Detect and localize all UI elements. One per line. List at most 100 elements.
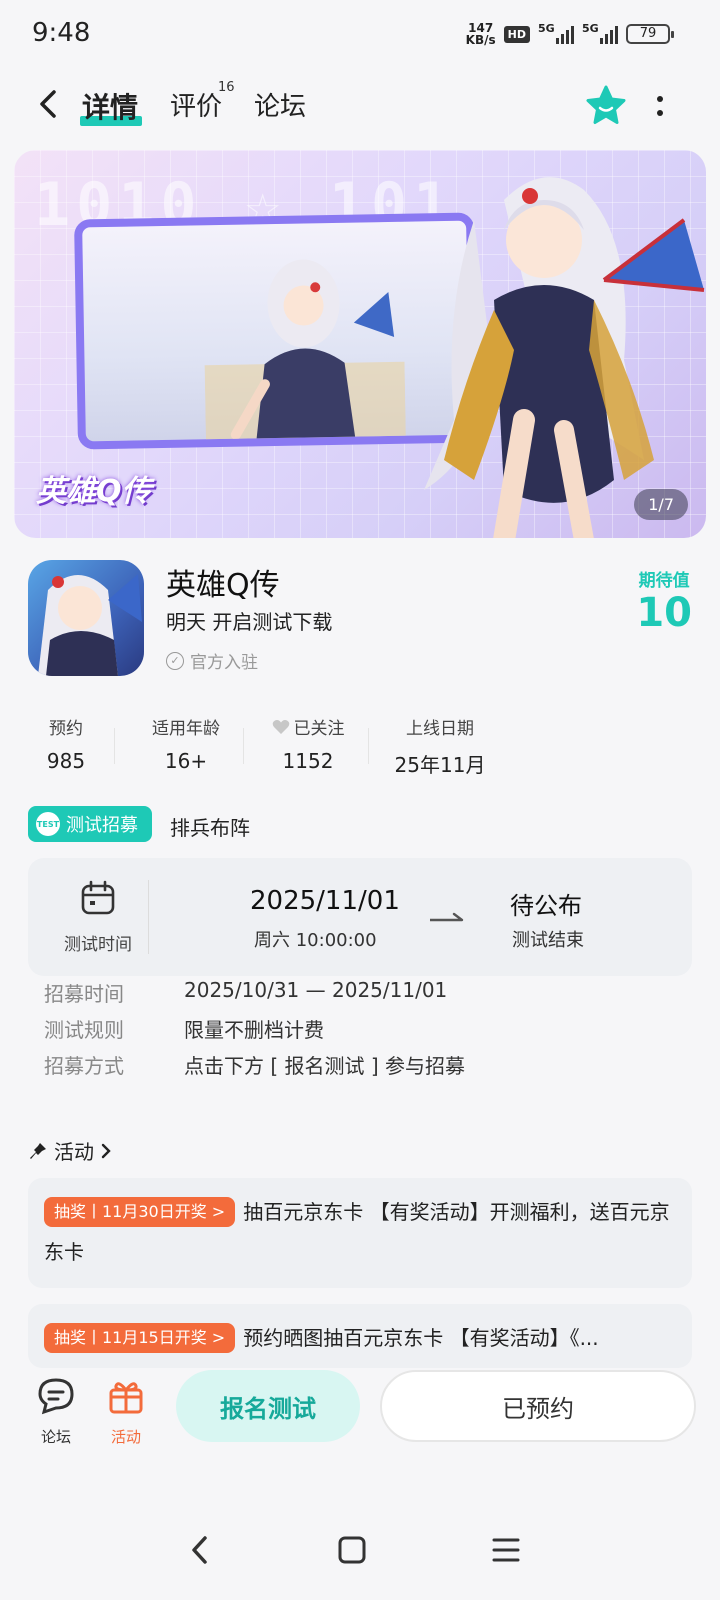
- calendar-icon: [81, 880, 115, 915]
- stat-divider: [114, 728, 115, 764]
- stats-row: 预约 985 适用年龄 16+ 已关注 1152 上线日期 25年11月: [28, 714, 528, 777]
- character-illustration: [424, 177, 705, 538]
- game-title: 英雄Q传: [166, 568, 280, 603]
- chevron-right-icon: [101, 1143, 111, 1158]
- card-divider: [148, 880, 149, 954]
- stat-followers[interactable]: 已关注 1152: [258, 714, 358, 773]
- test-schedule-card: 测试时间 2025/11/01 周六 10:00:00 待公布 测试结束: [28, 858, 692, 976]
- activity-text: 预约晒图抽百元京东卡 【有奖活动】《...: [243, 1326, 599, 1350]
- expectation-value: 10: [636, 590, 692, 636]
- network-type-1: 5G: [538, 22, 555, 35]
- test-time-block: 测试时间: [48, 880, 148, 955]
- info-value: 点击下方 [ 报名测试 ] 参与招募: [184, 1054, 466, 1078]
- stat-label: 预约: [49, 719, 83, 739]
- signal-icon-2: 5G: [582, 22, 618, 44]
- reviews-count-badge: 16: [218, 80, 235, 95]
- signal-icon-1: 5G: [538, 22, 574, 44]
- check-circle-icon: ✓: [166, 651, 184, 670]
- stat-reservations: 预约 985: [28, 714, 104, 773]
- stat-release-date: 上线日期 25年11月: [390, 714, 490, 778]
- test-time-label: 测试时间: [64, 935, 132, 955]
- stat-value: 985: [46, 749, 86, 773]
- stat-label: 适用年龄: [152, 719, 220, 739]
- activity-label: 活动: [110, 1428, 141, 1446]
- status-icons: 147 KB/s HD 5G 5G 79: [466, 22, 674, 46]
- tab-details[interactable]: 详情: [82, 86, 138, 126]
- stat-value: 25年11月: [394, 753, 486, 777]
- stat-label: 已关注: [258, 714, 358, 739]
- reserved-button[interactable]: 已预约: [380, 1370, 696, 1442]
- game-logo: 英雄Q传: [36, 474, 152, 509]
- screenshot-carousel[interactable]: 1010 ☆ 101 英雄Q传 1/7: [14, 150, 706, 538]
- expectation-label: 期待值: [638, 571, 690, 591]
- test-recruit-tag: TEST 测试招募: [28, 806, 152, 842]
- bottom-action-bar: 论坛 活动 报名测试 已预约: [0, 1370, 720, 1466]
- test-end-state: 待公布: [510, 892, 582, 920]
- system-home-button[interactable]: [330, 1528, 374, 1572]
- clock: 9:48: [32, 18, 91, 48]
- network-speed-unit: KB/s: [465, 33, 496, 47]
- stat-age-rating: 适用年龄 16+: [136, 714, 236, 773]
- character-mini-illustration: [204, 259, 406, 446]
- home-icon: [338, 1536, 366, 1564]
- activity-shortcut[interactable]: 活动: [96, 1376, 156, 1447]
- menu-icon: [492, 1538, 520, 1562]
- top-nav: 详情 评价 16 论坛: [0, 72, 720, 138]
- lottery-badge[interactable]: 抽奖丨11月15日开奖 >: [44, 1323, 236, 1353]
- info-value: 2025/10/31 — 2025/11/01: [184, 978, 448, 1002]
- back-arrow-icon: [40, 90, 56, 118]
- official-label: 官方入驻: [190, 653, 258, 673]
- official-badge: ✓ 官方入驻: [166, 648, 258, 673]
- network-type-2: 5G: [582, 22, 599, 35]
- status-bar: 9:48 147 KB/s HD 5G 5G 79: [0, 0, 720, 70]
- info-key: 测试规则: [44, 1018, 124, 1042]
- info-value: 限量不删档计费: [184, 1018, 324, 1042]
- test-icon: TEST: [36, 812, 60, 836]
- activities-title: 活动: [54, 1140, 94, 1164]
- stat-divider: [368, 728, 369, 764]
- test-end-label: 测试结束: [512, 930, 584, 951]
- activity-item[interactable]: 抽奖丨11月15日开奖 > 预约晒图抽百元京东卡 【有奖活动】《...: [28, 1304, 692, 1368]
- lottery-badge[interactable]: 抽奖丨11月30日开奖 >: [44, 1197, 236, 1227]
- more-options-button[interactable]: [652, 88, 668, 124]
- forum-label: 论坛: [40, 1428, 71, 1446]
- stat-divider: [243, 728, 244, 764]
- tab-forum[interactable]: 论坛: [254, 86, 306, 123]
- game-subtitle: 明天 开启测试下载: [166, 610, 333, 634]
- tab-reviews[interactable]: 评价: [170, 86, 222, 123]
- app-icon-art: [38, 574, 142, 676]
- carousel-counter: 1/7: [634, 489, 688, 520]
- back-icon: [192, 1536, 207, 1564]
- more-vertical-icon: [657, 96, 663, 102]
- pin-icon: [30, 1142, 46, 1159]
- system-back-button[interactable]: [178, 1528, 222, 1572]
- arrow-right-icon: [430, 912, 464, 922]
- network-speed: 147 KB/s: [466, 22, 496, 46]
- lineup-label: 排兵布阵: [170, 816, 250, 840]
- app-icon: [28, 560, 144, 676]
- test-recruit-label: 测试招募: [66, 815, 138, 836]
- stat-label: 上线日期: [406, 719, 474, 739]
- expectation-score: 期待值 10: [636, 566, 692, 635]
- stat-label-text: 已关注: [293, 719, 345, 739]
- stat-value: 1152: [282, 749, 334, 773]
- test-start-date: 2025/11/01: [250, 886, 400, 916]
- forum-shortcut[interactable]: 论坛: [26, 1376, 86, 1447]
- system-menu-button[interactable]: [484, 1528, 528, 1572]
- star-favorite-icon: [586, 85, 626, 124]
- favorite-button[interactable]: [584, 84, 628, 128]
- forum-icon: [38, 1378, 74, 1415]
- back-button[interactable]: [30, 86, 66, 122]
- gift-icon: [109, 1382, 143, 1414]
- activity-item[interactable]: 抽奖丨11月30日开奖 > 抽百元京东卡 【有奖活动】开测福利，送百元京东卡: [28, 1178, 692, 1288]
- test-start-time: 周六 10:00:00: [254, 930, 377, 951]
- signup-test-button[interactable]: 报名测试: [176, 1370, 360, 1442]
- battery-icon: 79: [626, 24, 674, 44]
- activities-header[interactable]: 活动: [28, 1136, 112, 1165]
- info-key: 招募时间: [44, 982, 124, 1006]
- system-navigation-bar: [0, 1520, 720, 1580]
- hd-icon: HD: [503, 25, 530, 43]
- stat-value: 16+: [164, 749, 208, 773]
- heart-icon: [272, 719, 289, 734]
- info-key: 招募方式: [44, 1054, 124, 1078]
